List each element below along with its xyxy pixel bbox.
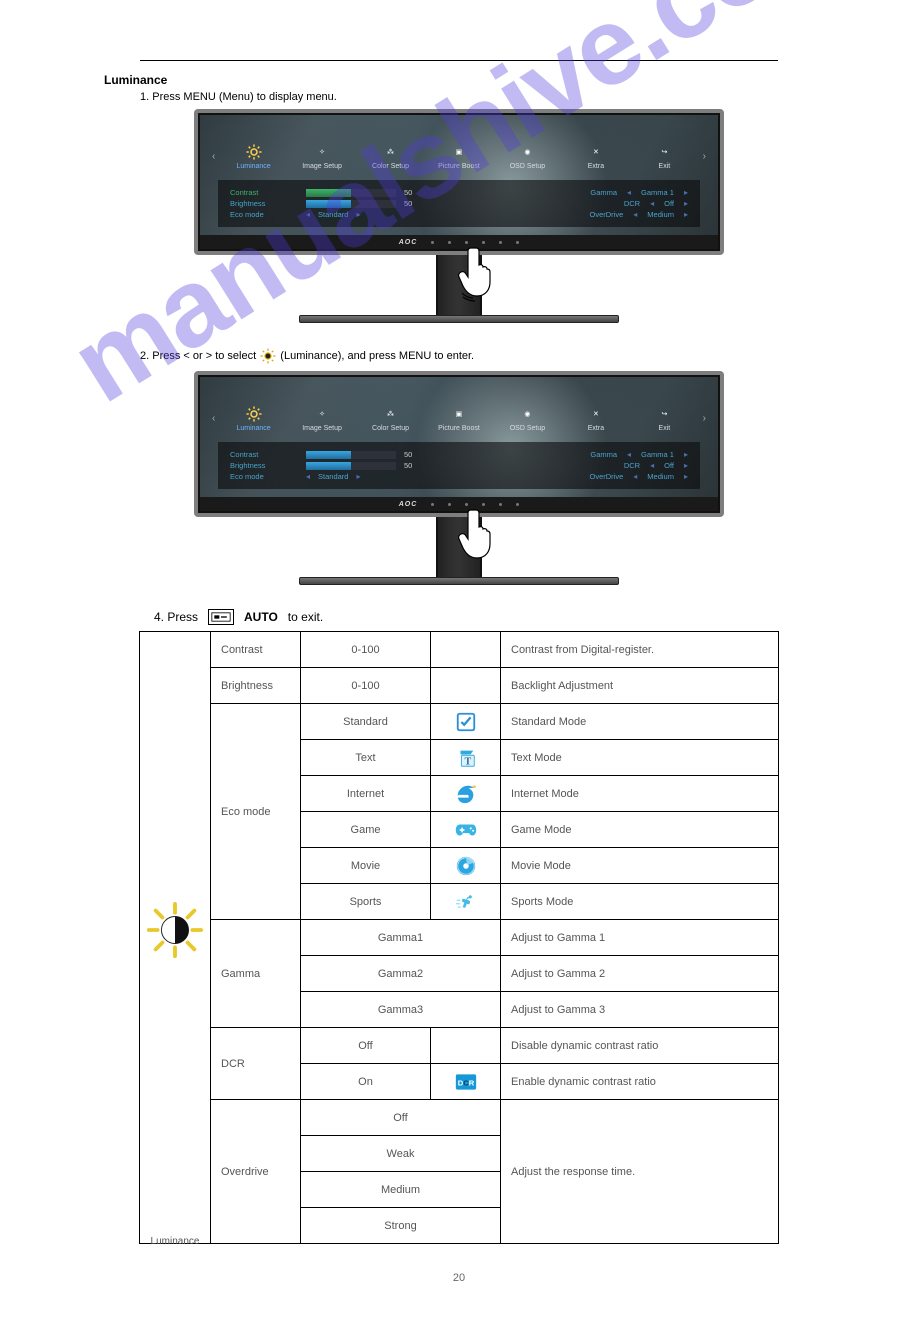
table-row: Overdrive Off Adjust the response time.	[140, 1100, 779, 1136]
table-row: DCR Off Disable dynamic contrast ratio	[140, 1028, 779, 1064]
tab-color-setup[interactable]: ⁂Color Setup	[356, 143, 424, 170]
button-dot[interactable]	[516, 241, 519, 244]
globe-icon: ◉	[493, 143, 561, 161]
arrow-right-icon[interactable]: ▸	[684, 188, 688, 197]
tab-extra[interactable]: ✕Extra	[562, 143, 630, 170]
svg-text:T: T	[464, 756, 471, 767]
brightness-icon	[219, 143, 287, 161]
button-dot[interactable]	[431, 241, 434, 244]
chevron-right-icon: ›	[699, 151, 710, 162]
luminance-icon	[146, 629, 204, 1232]
table-row: Gamma Gamma1 Adjust to Gamma 1	[140, 920, 779, 956]
caption-1: Luminance	[104, 73, 818, 87]
tab-exit[interactable]: ↪Exit	[630, 143, 698, 170]
top-rule	[140, 60, 778, 61]
tab-picture-boost[interactable]: ▣Picture Boost	[425, 143, 493, 170]
runner-icon	[431, 884, 501, 920]
svg-text:DCR: DCR	[457, 1078, 474, 1087]
frame-icon: ▣	[425, 143, 493, 161]
row-contrast-label: Contrast	[211, 632, 301, 668]
button-dot[interactable]	[465, 241, 468, 244]
disc-icon	[431, 848, 501, 884]
dots-icon: ⁂	[356, 143, 424, 161]
section-title: Luminance	[104, 73, 167, 87]
tab-image-setup[interactable]: ✧Image Setup	[288, 143, 356, 170]
luminance-label: Luminance	[146, 1236, 204, 1247]
page-number: 20	[100, 1272, 818, 1284]
arrow-left-icon[interactable]: ◂	[627, 188, 631, 197]
setting-eco[interactable]: Eco mode ◂ Standard ▸ OverDrive ◂ Medium…	[230, 210, 688, 219]
instruction-1: 1. Press MENU (Menu) to display menu.	[140, 91, 818, 103]
table-row: Eco mode Standard Standard Mode	[140, 704, 779, 740]
button-dot[interactable]	[499, 241, 502, 244]
table-row: Brightness 0-100 Backlight Adjustment	[140, 668, 779, 704]
monitor-1: ‹ Luminance ✧Image Setup ⁂Color Setup ▣P…	[194, 109, 724, 323]
bezel-controls: AOC	[200, 235, 718, 249]
auto-button-icon	[208, 609, 234, 625]
gamepad-icon	[431, 812, 501, 848]
button-dot[interactable]	[448, 241, 451, 244]
settings-table: Luminance Contrast 0-100 Contrast from D…	[139, 631, 779, 1244]
check-icon	[431, 704, 501, 740]
tab-osd-setup[interactable]: ◉OSD Setup	[493, 143, 561, 170]
table-row: Luminance Contrast 0-100 Contrast from D…	[140, 632, 779, 668]
osd-tabs: ‹ Luminance ✧Image Setup ⁂Color Setup ▣P…	[208, 143, 710, 170]
button-dot[interactable]	[482, 241, 485, 244]
instruction-3: 4. Press AUTO to exit.	[154, 609, 818, 625]
tool-icon: ✕	[562, 143, 630, 161]
zoom-icon: ✧	[288, 143, 356, 161]
dcr-icon: DCR	[431, 1064, 501, 1100]
setting-contrast[interactable]: Contrast 50 Gamma ◂ Gamma 1 ▸	[230, 188, 688, 197]
osd-settings: Contrast 50 Gamma ◂ Gamma 1 ▸ Brightness	[218, 180, 700, 227]
exit-icon: ↪	[630, 143, 698, 161]
tab-luminance[interactable]: Luminance	[219, 143, 287, 170]
instruction-2: 2. Press < or > to select (Luminance), a…	[140, 347, 818, 365]
internet-icon	[431, 776, 501, 812]
monitor-2: ‹ Luminance ✧Image Setup ⁂Color Setup ▣P…	[194, 371, 724, 585]
page: manualshive.com Luminance 1. Press MENU …	[0, 0, 918, 1324]
text-icon: T	[431, 740, 501, 776]
chevron-left-icon: ‹	[208, 151, 219, 162]
brand-logo: AOC	[399, 239, 418, 246]
setting-brightness[interactable]: Brightness 50 DCR ◂ Off ▸	[230, 199, 688, 208]
